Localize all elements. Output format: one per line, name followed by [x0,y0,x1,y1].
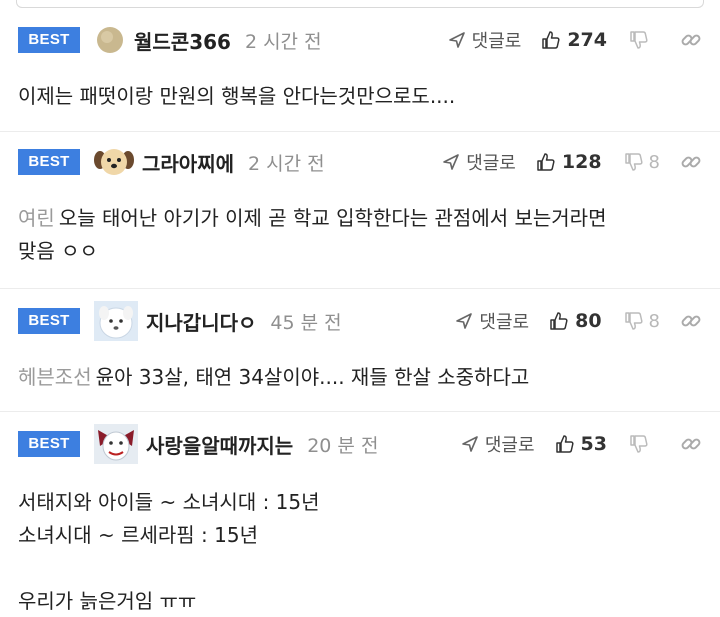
comment-nickname[interactable]: 월드콘366 [134,26,231,55]
comment-body: 이제는 패떳이랑 만원의 행복을 안다는것만으로도.... [18,80,702,113]
send-arrow-icon [443,154,459,170]
best-badge: BEST [18,308,80,334]
comment-text-line: 이제는 패떳이랑 만원의 행복을 안다는것만으로도.... [18,84,456,108]
comment-header: BEST 그라아찌에 2 시간 전 댓글로 128 8 [18,144,702,180]
like-count: 128 [561,151,602,173]
reply-label: 댓글로 [479,312,530,333]
dislike-button[interactable]: 8 [624,311,660,332]
comment-blank-line [18,552,702,585]
reply-button[interactable]: 댓글로 [448,27,522,53]
comment-time: 45 분 전 [270,311,342,334]
reply-button[interactable]: 댓글로 [455,308,529,334]
comment-time: 20 분 전 [307,434,379,457]
comment-header: BEST 사랑을알때까지는 20 분 전 댓글로 53 [18,424,702,464]
comment-time: 2 시간 전 [244,30,322,53]
send-arrow-icon [448,32,465,48]
comment-text-line: 여린 오늘 태어난 아기가 이제 곧 학교 입학한다는 관점에서 보는거라면 [18,202,702,235]
like-button[interactable]: 80 [549,310,602,332]
clown-avatar[interactable] [94,424,138,464]
like-count: 53 [580,433,607,455]
thumbs-down-icon [630,31,648,49]
link-icon[interactable] [680,433,702,455]
link-icon[interactable] [680,310,702,332]
dislike-button[interactable] [629,434,654,454]
comment-text-line: 헤븐조선 윤아 33살, 태연 34살이야.... 재들 한살 소중하다고 [18,361,702,394]
comment-header: BEST 지나갑니다ㅇ 45 분 전 댓글로 80 8 [18,301,702,341]
thumbs-down-icon [624,153,643,171]
like-button[interactable]: 128 [536,151,602,173]
reply-label: 댓글로 [466,153,516,174]
comment-text-line: 맞음 ㅇㅇ [18,239,98,263]
send-arrow-icon [456,313,473,329]
send-arrow-icon [462,436,478,452]
like-count: 80 [575,310,602,332]
comment-text-line: 서태지와 아이들 ~ 소녀시대 : 15년 [18,490,320,514]
best-badge: BEST [18,431,80,457]
comment-time: 2 시간 전 [248,152,325,175]
like-button[interactable]: 53 [555,433,607,455]
comment-item: BEST 월드콘366 2 시간 전 댓글로 274 이제는 패떳이랑 만원의 … [0,12,720,132]
thumbs-up-icon [550,312,568,330]
thumbs-up-icon [537,153,555,171]
comment-nickname[interactable]: 사랑을알때까지는 [146,430,293,459]
tan-circle-avatar[interactable] [94,24,126,56]
link-icon[interactable] [680,29,702,51]
thumbs-down-icon [624,312,643,330]
comment-body: 서태지와 아이들 ~ 소녀시대 : 15년 소녀시대 ~ 르세라핌 : 15년 … [18,486,702,617]
reply-label: 댓글로 [484,435,535,456]
reply-label: 댓글로 [471,31,522,52]
comment-text: 윤아 33살, 태연 34살이야.... 재들 한살 소중하다고 [95,365,530,389]
comment-header: BEST 월드콘366 2 시간 전 댓글로 274 [18,22,702,58]
thumbs-up-icon [542,31,560,49]
like-button[interactable]: 274 [541,29,607,51]
white-dog-avatar[interactable] [94,301,138,341]
comment-text: 오늘 태어난 아기가 이제 곧 학교 입학한다는 관점에서 보는거라면 [58,206,607,230]
thumbs-up-icon [555,435,574,453]
link-icon[interactable] [680,151,702,173]
best-badge: BEST [18,149,80,175]
dislike-button[interactable] [629,30,654,50]
puppy-avatar[interactable] [94,146,134,178]
mention-tag[interactable]: 헤븐조선 [18,365,92,389]
comment-text-line: 소녀시대 ~ 르세라핌 : 15년 [18,523,258,547]
thumbs-down-icon [630,435,648,453]
best-badge: BEST [18,27,80,53]
comment-item: BEST 사랑을알때까지는 20 분 전 댓글로 53 서태지와 아이들 ~ 소… [0,412,720,617]
like-count: 274 [567,29,607,51]
previous-card-edge [16,0,704,8]
comment-text-line: 우리가 늙은거임 ㅠㅠ [18,589,197,613]
dislike-count: 8 [648,310,660,332]
reply-button[interactable]: 댓글로 [442,149,516,175]
comment-nickname[interactable]: 그라아찌에 [142,148,234,177]
comment-body: 헤븐조선 윤아 33살, 태연 34살이야.... 재들 한살 소중하다고 [18,361,702,394]
dislike-count: 8 [648,151,660,173]
mention-tag[interactable]: 여린 [18,206,55,230]
comment-item: BEST 지나갑니다ㅇ 45 분 전 댓글로 80 8 헤븐조선 윤아 33살,… [0,289,720,412]
reply-button[interactable]: 댓글로 [461,431,535,457]
comment-nickname[interactable]: 지나갑니다ㅇ [146,307,256,336]
comment-body: 여린 오늘 태어난 아기가 이제 곧 학교 입학한다는 관점에서 보는거라면 맞음… [18,202,702,268]
dislike-button[interactable]: 8 [624,152,660,173]
comment-item: BEST 그라아찌에 2 시간 전 댓글로 128 8 여린 오늘 태어난 아기… [0,132,720,289]
